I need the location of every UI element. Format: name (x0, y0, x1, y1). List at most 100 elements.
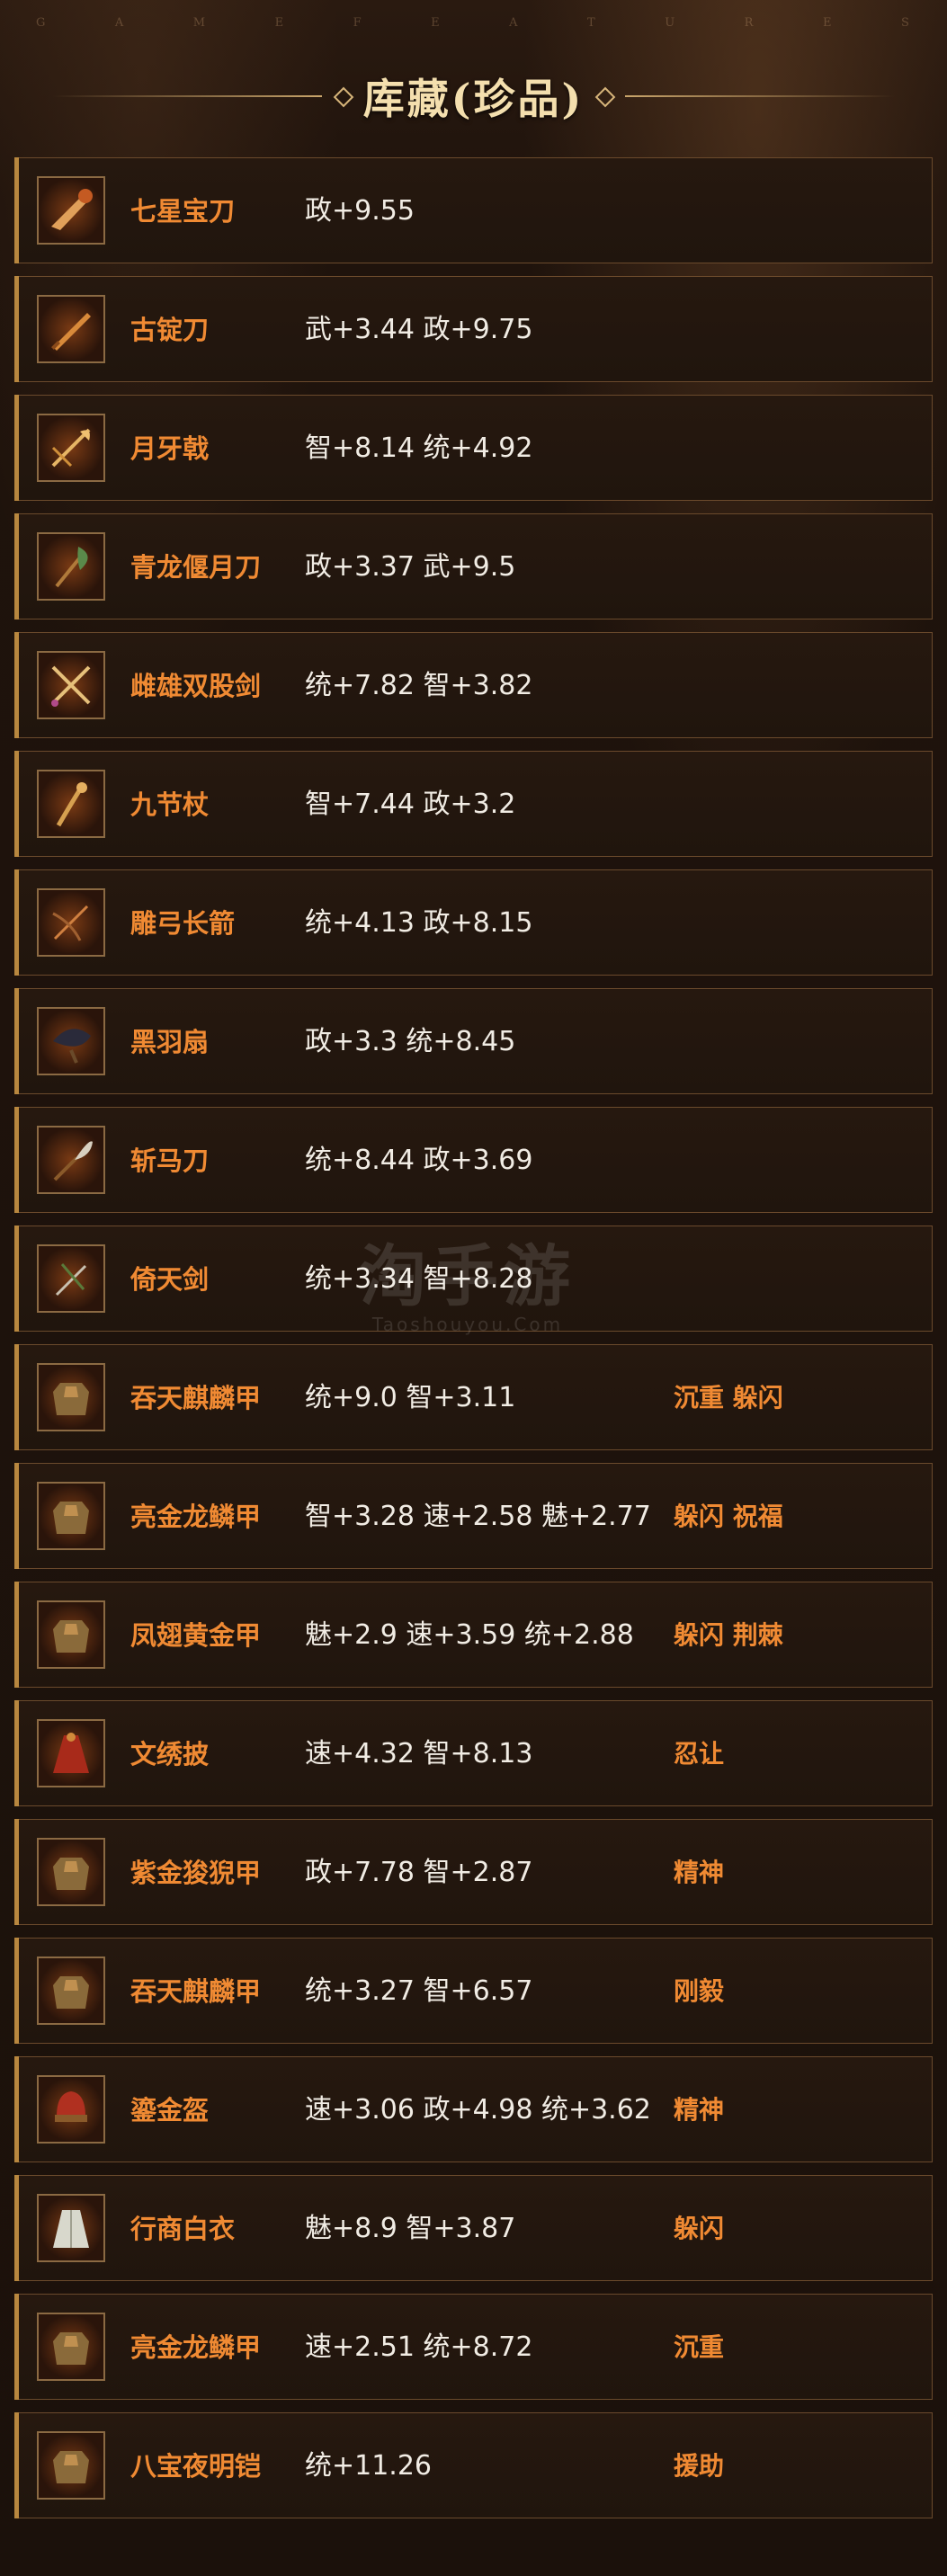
item-stats: 政+3.37 武+9.5 (305, 551, 516, 583)
item-stats: 统+8.44 政+3.69 (305, 1145, 533, 1176)
item-name: 青龙偃月刀 (130, 552, 262, 583)
item-stats: 武+3.44 政+9.75 (305, 314, 533, 345)
horse-blade-icon (53, 1141, 93, 1181)
staff-icon (56, 782, 87, 827)
item-name: 雌雄双股剑 (130, 671, 262, 701)
item-row: 亮金龙鳞甲 智+3.28 速+2.58 魅+2.77 躲闪 祝福 (14, 1463, 933, 1569)
page-title: 库藏(珍品) (362, 75, 585, 123)
header-letter: M (192, 16, 208, 30)
item-row: 九节杖 智+7.44 政+3.2 (14, 751, 933, 857)
item-row: 吞天麒麟甲 统+3.27 智+6.57 刚毅 (14, 1938, 933, 2044)
dragon-blade-icon (51, 189, 93, 230)
item-icon-frame (37, 2075, 105, 2144)
item-row: 紫金狻猊甲 政+7.78 智+2.87 精神 (14, 1819, 933, 1925)
item-icon-frame (37, 1363, 105, 1431)
item-name: 斩马刀 (130, 1145, 210, 1176)
item-name: 行商白衣 (130, 2214, 236, 2244)
header-letter: A (114, 16, 126, 30)
header-letter: T (587, 16, 597, 30)
header-letter: F (353, 16, 363, 30)
item-icon-frame (37, 888, 105, 957)
item-row: 行商白衣 魅+8.9 智+3.87 躲闪 (14, 2175, 933, 2281)
item-stats: 统+3.27 智+6.57 (305, 1975, 533, 2007)
item-traits: 沉重 躲闪 (674, 1383, 783, 1413)
header-letter: A (509, 16, 520, 30)
item-row: 月牙戟 智+8.14 统+4.92 (14, 395, 933, 501)
item-icon-frame (37, 1007, 105, 1075)
cloak-icon (53, 1733, 89, 1773)
armor-icon (53, 1620, 89, 1653)
header-letters: G A M E F E A T U R E S (36, 16, 911, 30)
item-icon-frame (37, 532, 105, 601)
item-name: 紫金狻猊甲 (130, 1858, 262, 1888)
item-icon-frame (37, 770, 105, 838)
item-icon-frame (37, 176, 105, 245)
item-icon-frame (37, 2431, 105, 2500)
item-name: 雕弓长箭 (130, 908, 236, 939)
item-traits: 精神 (674, 2095, 725, 2125)
item-row: 七星宝刀 政+9.55 (14, 157, 933, 263)
halberd-icon (51, 428, 91, 468)
item-stats: 政+9.55 (305, 195, 415, 227)
armor-icon (53, 2332, 89, 2365)
item-name: 鎏金盔 (130, 2095, 210, 2126)
title-divider-left (51, 95, 322, 97)
item-name: 月牙戟 (130, 433, 210, 464)
item-row: 凤翅黄金甲 魅+2.9 速+3.59 统+2.88 躲闪 荆棘 (14, 1582, 933, 1688)
item-row: 倚天剑 统+3.34 智+8.28 (14, 1226, 933, 1332)
item-icon-frame (37, 1600, 105, 1669)
item-name: 黑羽扇 (130, 1027, 210, 1057)
header: G A M E F E A T U R E S 库藏(珍品) (0, 0, 947, 144)
armor-icon (53, 1383, 89, 1415)
item-name: 古锭刀 (130, 315, 210, 345)
item-stats: 统+4.13 政+8.15 (305, 907, 533, 939)
item-icon-frame (37, 295, 105, 363)
item-traits: 躲闪 祝福 (674, 1502, 783, 1531)
item-stats: 政+7.78 智+2.87 (305, 1857, 533, 1888)
item-icon-frame (37, 1244, 105, 1313)
title-row: 库藏(珍品) (0, 65, 947, 128)
item-name: 亮金龙鳞甲 (130, 2332, 262, 2363)
item-stats: 政+3.3 统+8.45 (305, 1026, 516, 1057)
armor-icon (53, 1858, 89, 1890)
item-stats: 速+4.32 智+8.13 (305, 1738, 533, 1769)
item-row: 雌雄双股剑 统+7.82 智+3.82 (14, 632, 933, 738)
ornament-icon (331, 85, 354, 108)
item-name: 吞天麒麟甲 (130, 1383, 262, 1413)
item-stats: 统+11.26 (305, 2450, 433, 2482)
item-stats: 统+3.34 智+8.28 (305, 1263, 533, 1295)
item-icon-frame (37, 1838, 105, 1906)
armor-icon (53, 1502, 89, 1534)
item-name: 凤翅黄金甲 (130, 1620, 262, 1651)
sword-icon (51, 313, 91, 351)
item-row: 斩马刀 统+8.44 政+3.69 (14, 1107, 933, 1213)
robe-icon (53, 2210, 89, 2248)
item-name: 九节杖 (130, 789, 210, 820)
item-icon-frame (37, 2194, 105, 2262)
heaven-sword-icon (55, 1263, 87, 1297)
item-row: 黑羽扇 政+3.3 统+8.45 (14, 988, 933, 1094)
item-traits: 躲闪 荆棘 (674, 1620, 783, 1650)
item-name: 文绣披 (130, 1739, 210, 1769)
helmet-icon (55, 2091, 87, 2122)
item-icon-frame (37, 1719, 105, 1787)
header-letter: E (274, 16, 286, 30)
header-letter: G (36, 16, 48, 30)
feather-fan-icon (53, 1029, 91, 1064)
header-letter: S (900, 16, 911, 30)
item-list: 七星宝刀 政+9.55 古锭刀 武+3.44 政+9.75 月牙戟 智+8.14 统+4.… (14, 157, 933, 2531)
item-row: 鎏金盔 速+3.06 政+4.98 统+3.62 精神 (14, 2056, 933, 2162)
item-icon-frame (37, 1957, 105, 2025)
twin-swords-icon (51, 665, 91, 707)
ornament-icon (593, 85, 616, 108)
item-stats: 速+2.51 统+8.72 (305, 2331, 533, 2363)
header-letter: E (431, 16, 442, 30)
item-traits: 躲闪 (674, 2214, 725, 2243)
item-traits: 精神 (674, 1858, 725, 1887)
item-row: 文绣披 速+4.32 智+8.13 忍让 (14, 1700, 933, 1806)
title-divider-right (625, 95, 896, 97)
item-icon-frame (37, 414, 105, 482)
item-stats: 魅+8.9 智+3.87 (305, 2213, 516, 2244)
item-stats: 魅+2.9 速+3.59 统+2.88 (305, 1619, 634, 1651)
item-name: 八宝夜明铠 (130, 2451, 262, 2482)
